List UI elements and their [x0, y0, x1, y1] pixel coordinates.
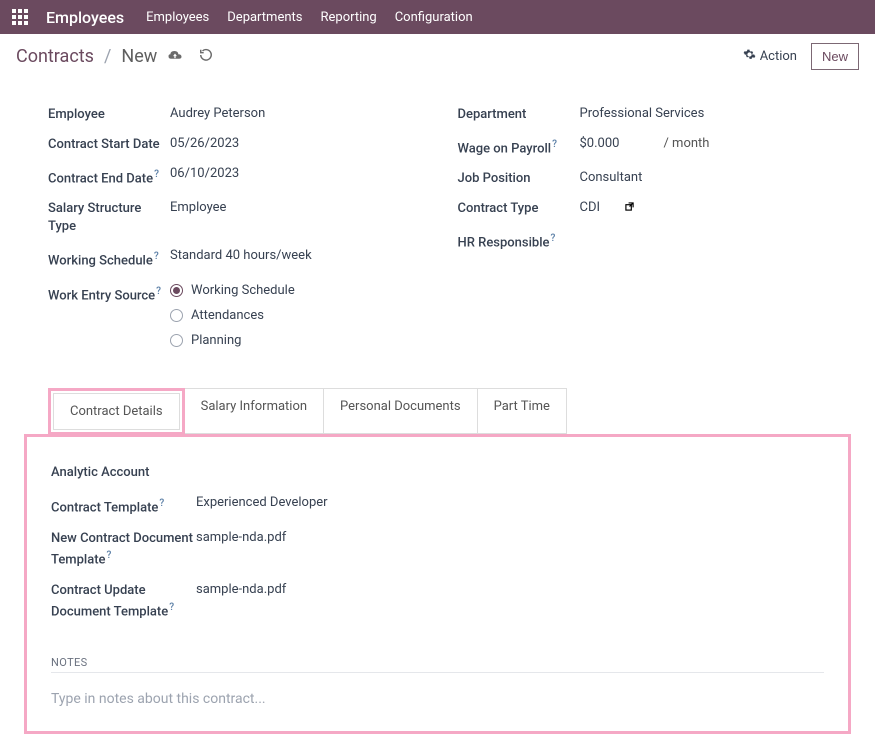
value-contract-type[interactable]: CDI [580, 200, 635, 215]
app-title: Employees [46, 8, 124, 27]
value-end-date[interactable]: 06/10/2023 [170, 166, 239, 181]
radio-icon [170, 284, 183, 297]
value-update-doc[interactable]: sample-nda.pdf [196, 582, 286, 597]
label-work-entry: Work Entry Source? [48, 283, 170, 305]
value-wage[interactable]: $0.000 [580, 136, 620, 151]
label-end-date: Contract End Date? [48, 166, 170, 188]
menu-employees[interactable]: Employees [146, 10, 209, 25]
label-contract-type: Contract Type [458, 200, 580, 218]
field-position: Job Position Consultant [458, 164, 828, 194]
help-icon[interactable]: ? [156, 286, 161, 297]
breadcrumb-sep: / [104, 46, 111, 67]
radio-planning[interactable]: Planning [170, 333, 295, 348]
radio-icon [170, 309, 183, 322]
cloud-save-icon[interactable] [167, 48, 183, 66]
field-end-date: Contract End Date? 06/10/2023 [48, 160, 418, 194]
notes-section: NOTES Type in notes about this contract.… [51, 656, 824, 711]
breadcrumb: Contracts / New [16, 46, 213, 67]
new-button[interactable]: New [811, 43, 859, 70]
action-menu[interactable]: Action [743, 48, 797, 65]
label-new-doc: New Contract Document Template? [51, 530, 196, 568]
field-contract-type: Contract Type CDI [458, 194, 828, 224]
label-analytic: Analytic Account [51, 464, 196, 481]
breadcrumb-current: New [121, 46, 157, 67]
menu-departments[interactable]: Departments [227, 10, 302, 25]
field-start-date: Contract Start Date 05/26/2023 [48, 130, 418, 160]
form-right-column: Department Professional Services Wage on… [458, 100, 828, 354]
tab-personal-docs[interactable]: Personal Documents [324, 388, 478, 434]
value-employee[interactable]: Audrey Peterson [170, 106, 265, 121]
field-wage: Wage on Payroll? $0.000 / month [458, 130, 828, 164]
value-schedule[interactable]: Standard 40 hours/week [170, 248, 312, 263]
radio-working-schedule[interactable]: Working Schedule [170, 283, 295, 298]
field-salary-struct: Salary Structure Type Employee [48, 194, 418, 242]
label-start-date: Contract Start Date [48, 136, 170, 154]
label-update-doc: Contract Update Document Template? [51, 582, 196, 620]
help-icon[interactable]: ? [550, 233, 555, 244]
radio-label: Planning [191, 333, 241, 348]
tab-highlight: Contract Details [48, 388, 185, 435]
help-icon[interactable]: ? [154, 251, 159, 262]
label-position: Job Position [458, 170, 580, 188]
field-employee: Employee Audrey Peterson [48, 100, 418, 130]
field-analytic: Analytic Account [51, 457, 824, 488]
field-work-entry: Work Entry Source? Working Schedule Atte… [48, 277, 418, 354]
field-department: Department Professional Services [458, 100, 828, 130]
label-template: Contract Template? [51, 495, 196, 516]
form-body: Employee Audrey Peterson Contract Start … [0, 80, 875, 364]
wage-unit: / month [663, 136, 709, 151]
field-schedule: Working Schedule? Standard 40 hours/week [48, 242, 418, 276]
help-icon[interactable]: ? [107, 550, 112, 561]
action-label: Action [760, 49, 797, 64]
control-bar: Contracts / New Action New [0, 34, 875, 80]
label-salary-struct: Salary Structure Type [48, 200, 170, 236]
radio-icon [170, 334, 183, 347]
field-new-doc: New Contract Document Template? sample-n… [51, 523, 824, 575]
tab-part-time[interactable]: Part Time [478, 388, 567, 434]
menu-configuration[interactable]: Configuration [395, 10, 473, 25]
field-template: Contract Template? Experienced Developer [51, 488, 824, 523]
radio-attendances[interactable]: Attendances [170, 308, 295, 323]
label-employee: Employee [48, 106, 170, 124]
label-schedule: Working Schedule? [48, 248, 170, 270]
external-link-icon[interactable] [625, 201, 634, 214]
discard-icon[interactable] [199, 48, 213, 66]
apps-icon[interactable] [12, 9, 28, 25]
action-area: Action New [743, 43, 859, 70]
value-template[interactable]: Experienced Developer [196, 495, 328, 510]
value-start-date[interactable]: 05/26/2023 [170, 136, 239, 151]
contract-details-panel: Analytic Account Contract Template? Expe… [24, 434, 851, 734]
radio-label: Attendances [191, 308, 264, 323]
label-wage: Wage on Payroll? [458, 136, 580, 158]
label-department: Department [458, 106, 580, 124]
help-icon[interactable]: ? [159, 498, 164, 509]
help-icon[interactable]: ? [169, 602, 174, 613]
notes-title: NOTES [51, 656, 824, 673]
field-update-doc: Contract Update Document Template? sampl… [51, 575, 824, 627]
breadcrumb-root[interactable]: Contracts [16, 46, 94, 67]
menu-reporting[interactable]: Reporting [320, 10, 376, 25]
gear-icon [743, 48, 756, 65]
value-new-doc[interactable]: sample-nda.pdf [196, 530, 286, 545]
radio-label: Working Schedule [191, 283, 295, 298]
value-department[interactable]: Professional Services [580, 106, 705, 121]
value-salary-struct[interactable]: Employee [170, 200, 226, 215]
form-left-column: Employee Audrey Peterson Contract Start … [48, 100, 418, 354]
help-icon[interactable]: ? [552, 139, 557, 150]
tabs-bar: Contract Details Salary Information Pers… [48, 388, 827, 434]
tab-contract-details[interactable]: Contract Details [53, 393, 180, 430]
value-position[interactable]: Consultant [580, 170, 643, 185]
notes-input[interactable]: Type in notes about this contract... [51, 687, 824, 711]
work-entry-radios: Working Schedule Attendances Planning [170, 283, 295, 348]
tab-salary-info[interactable]: Salary Information [185, 388, 324, 434]
help-icon[interactable]: ? [154, 169, 159, 180]
field-hr-responsible: HR Responsible? [458, 224, 828, 258]
top-nav: Employees Employees Departments Reportin… [0, 0, 875, 34]
label-hr-resp: HR Responsible? [458, 230, 580, 252]
